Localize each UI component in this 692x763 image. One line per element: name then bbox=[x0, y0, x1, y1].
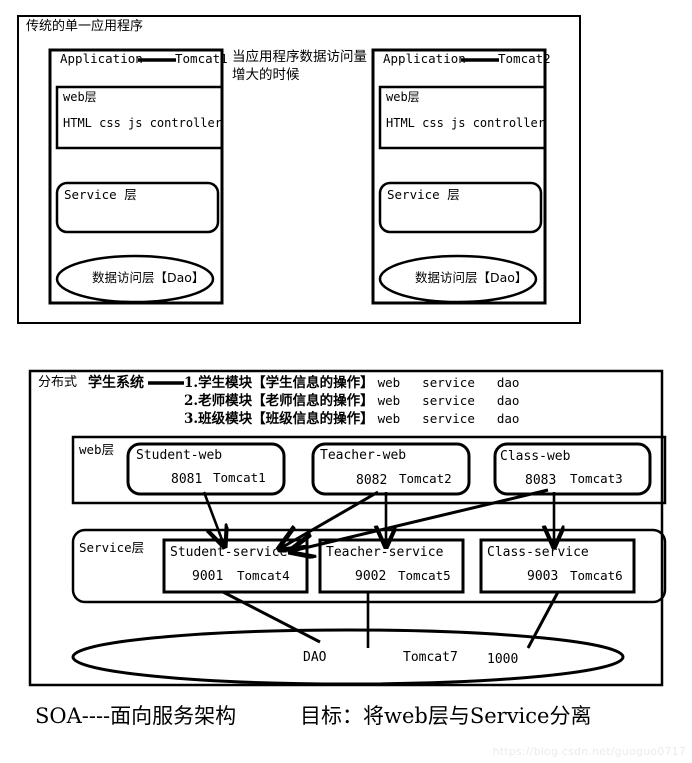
footer-title-right: 目标：将web层与Service分离 bbox=[300, 704, 592, 728]
web-node-1-tomcat: Tomcat1 bbox=[213, 470, 266, 485]
dao-tier-ellipse bbox=[71, 628, 625, 686]
app2-header-right: Tomcat2 bbox=[498, 51, 551, 66]
module-index: 1. bbox=[184, 375, 199, 391]
module-index: 2. bbox=[184, 393, 199, 409]
bottom-system-name: 学生系统 bbox=[88, 375, 144, 391]
app1-web-layer-title: web层 bbox=[63, 90, 97, 104]
arrow-student-web-to-student-service bbox=[202, 491, 224, 545]
module-service: service bbox=[422, 393, 475, 408]
service-node-1-tomcat: Tomcat4 bbox=[237, 568, 290, 583]
line-student-service-to-dao bbox=[222, 590, 321, 644]
service-node-3-port: 9003 bbox=[527, 569, 559, 584]
module-dao: dao bbox=[496, 411, 520, 426]
service-node-3-name: Class-service bbox=[487, 545, 589, 560]
app2-header-left: Application bbox=[383, 51, 466, 66]
module-name: 班级模块【班级信息的操作】 bbox=[198, 411, 374, 427]
footer-title-left: SOA----面向服务架构 bbox=[35, 704, 237, 728]
web-node-2-tomcat: Tomcat2 bbox=[399, 471, 452, 486]
service-node-1-port: 9001 bbox=[192, 569, 224, 584]
module-service: service bbox=[422, 375, 475, 390]
service-node-2-tomcat: Tomcat5 bbox=[398, 568, 451, 583]
app1-frame bbox=[48, 48, 224, 305]
module-row: 3.班级模块【班级信息的操作】 web service dao bbox=[184, 410, 519, 428]
web-node-1-port: 8081 bbox=[171, 472, 203, 487]
diagram-canvas: 传统的单一应用程序 当应用程序数据访问量 增大的时候 Application T… bbox=[0, 0, 692, 763]
dao-tier-name: DAO bbox=[303, 650, 327, 665]
module-web: web bbox=[377, 411, 401, 426]
module-dao: dao bbox=[496, 375, 520, 390]
app1-header-right: Tomcat1 bbox=[175, 51, 228, 66]
module-row: 2.老师模块【老师信息的操作】 web service dao bbox=[184, 392, 519, 410]
service-tier-title: Service层 bbox=[79, 540, 145, 555]
app1-header-left: Application bbox=[60, 51, 143, 66]
dao-tier-tomcat: Tomcat7 bbox=[403, 650, 458, 665]
app2-frame bbox=[371, 48, 547, 305]
module-name: 学生模块【学生信息的操作】 bbox=[198, 375, 374, 391]
web-node-3-tomcat: Tomcat3 bbox=[570, 471, 623, 486]
arrow-class-web-to-student-service bbox=[292, 488, 549, 551]
app1-web-layer-content: HTML css js controller bbox=[63, 116, 222, 130]
module-web: web bbox=[377, 393, 401, 408]
arrow-teacher-web-to-student-service bbox=[281, 490, 379, 548]
service-tier-container bbox=[71, 528, 667, 604]
service-node-3-tomcat: Tomcat6 bbox=[570, 568, 623, 583]
app2-web-layer-title: web层 bbox=[386, 90, 420, 104]
module-index: 3. bbox=[184, 411, 199, 427]
module-row: 1.学生模块【学生信息的操作】 web service dao bbox=[184, 374, 519, 392]
web-node-2-port: 8082 bbox=[356, 473, 388, 488]
app1-service-layer-title: Service 层 bbox=[64, 187, 137, 202]
web-tier-title: web层 bbox=[79, 442, 115, 457]
web-node-1-name: Student-web bbox=[136, 448, 223, 463]
app1-dao-label: 数据访问层【Dao】 bbox=[92, 270, 205, 285]
module-service: service bbox=[422, 411, 475, 426]
module-web: web bbox=[377, 375, 401, 390]
web-node-2-name: Teacher-web bbox=[320, 448, 407, 463]
service-node-1-name: Student-service bbox=[170, 545, 288, 560]
top-section-note-line2: 增大的时候 bbox=[232, 67, 300, 83]
module-name: 老师模块【老师信息的操作】 bbox=[198, 393, 374, 409]
service-node-2-name: Teacher-service bbox=[326, 545, 444, 560]
service-node-2-port: 9002 bbox=[355, 569, 387, 584]
app2-dao-label: 数据访问层【Dao】 bbox=[415, 270, 528, 285]
top-section-label: 传统的单一应用程序 bbox=[26, 19, 144, 34]
line-class-service-to-dao bbox=[526, 591, 560, 649]
web-node-3-port: 8083 bbox=[525, 473, 557, 488]
watermark: https://blog.csdn.net/guoguo0717 bbox=[492, 745, 686, 758]
bottom-section-label: 分布式 bbox=[38, 375, 78, 390]
dao-tier-count: 1000 bbox=[487, 652, 519, 667]
web-tier-container bbox=[71, 435, 667, 505]
app2-service-layer-title: Service 层 bbox=[387, 187, 460, 202]
top-section-note-line1: 当应用程序数据访问量 bbox=[232, 49, 367, 65]
app2-web-layer-content: HTML css js controller bbox=[386, 116, 545, 130]
module-dao: dao bbox=[496, 393, 520, 408]
web-node-3-name: Class-web bbox=[500, 449, 571, 464]
